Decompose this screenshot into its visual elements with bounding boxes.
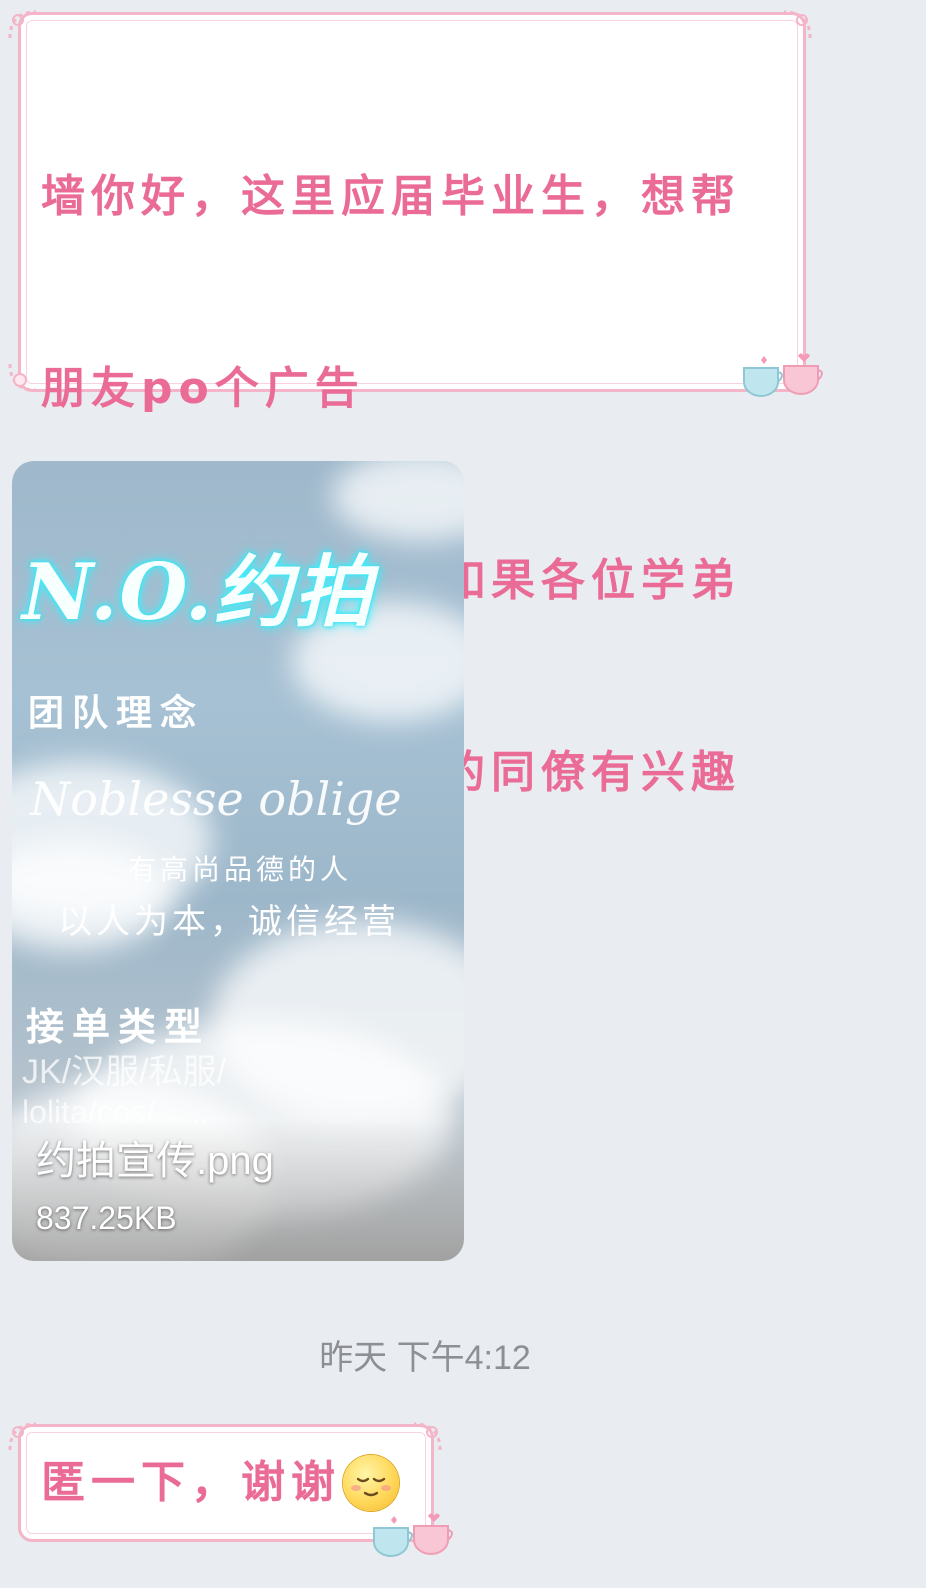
lace-corner-decoration [8,363,37,392]
poster-section-title-types: 接单类型 [26,1005,211,1049]
file-name: 约拍宣传.png [36,1139,274,1183]
teacups-decoration-icon [743,353,823,397]
lace-corner-decoration [8,1422,37,1451]
poster-subtitle: 有高尚品德的人 [128,853,353,886]
lace-corner-decoration [8,10,37,39]
message-text-2: 匿一下，谢谢 [41,1457,341,1508]
message-timestamp: 昨天 下午4:12 [319,1339,531,1377]
poster-section-title-concept: 团队理念 [28,693,205,734]
lace-corner-decoration [783,10,812,39]
message-line-2: 朋友po个广告 [41,363,365,414]
message-bubble-1[interactable]: 墙你好，这里应届毕业生，想帮 朋友po个广告 朋友弄了个约拍，如果各位学弟 学妹… [18,12,806,990]
poster-types-line-1: JK/汉服/私服/ [22,1053,227,1091]
poster-logo: N.O.约拍 [22,547,374,638]
lace-corner-decoration [413,1422,442,1451]
file-size: 837.25KB [36,1200,177,1236]
poster-motto: 以人为本，诚信经营 [58,902,400,942]
poster-script-line: Noblesse oblige [30,772,402,826]
teacups-decoration-icon [373,1513,453,1557]
message-line-1: 墙你好，这里应届毕业生，想帮 [41,171,741,222]
